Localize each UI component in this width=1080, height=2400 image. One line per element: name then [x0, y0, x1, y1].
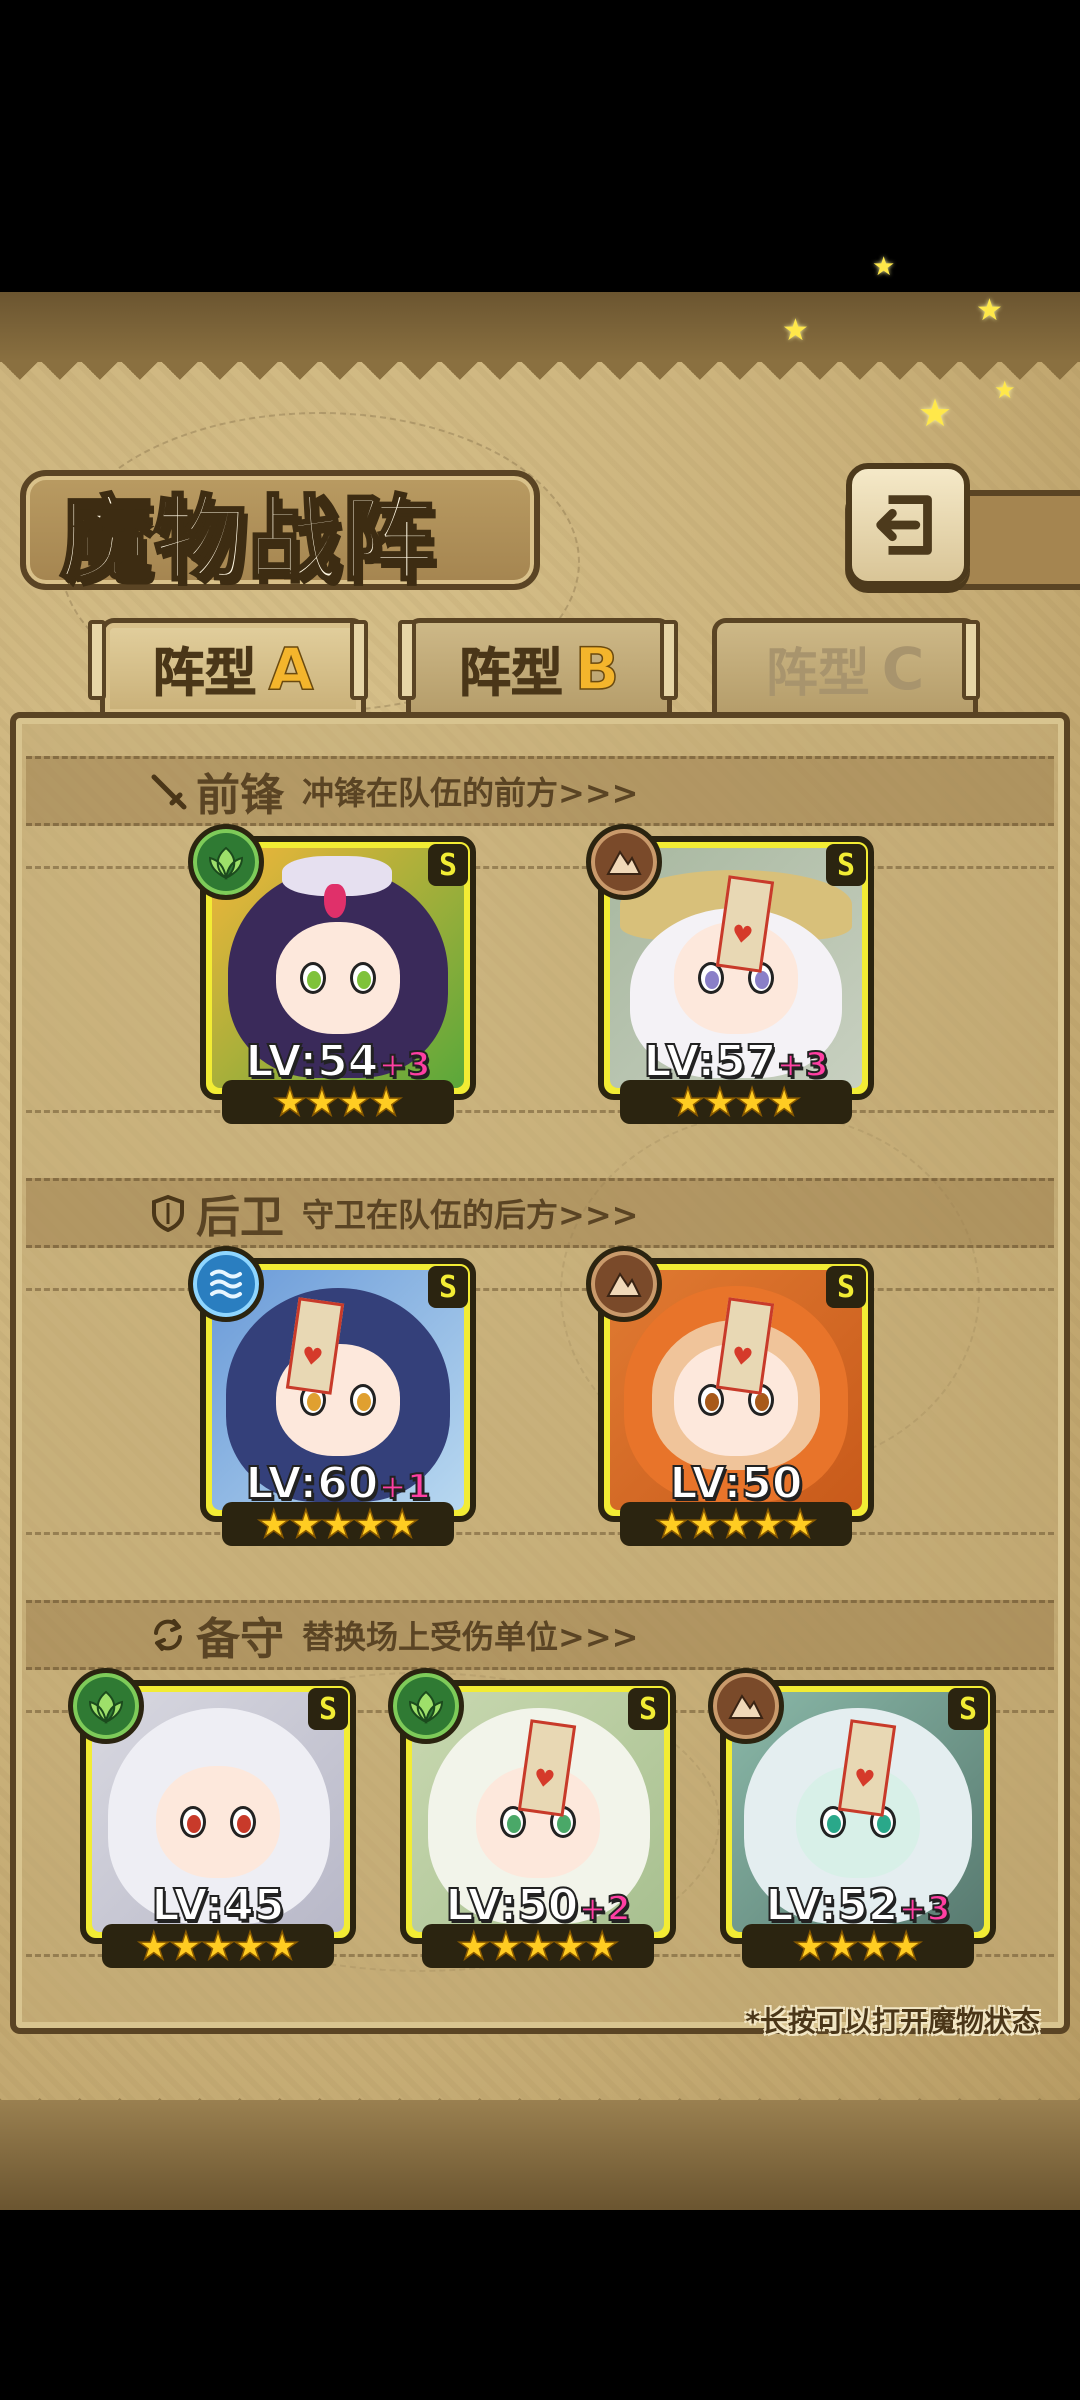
- unit-card-reserve-1[interactable]: S LV:45 ★ ★ ★ ★ ★: [68, 1668, 356, 1968]
- rock-element-icon: [708, 1668, 784, 1744]
- tab-peg: [660, 620, 678, 700]
- rock-element-icon: [586, 824, 662, 900]
- shield-icon: [146, 1191, 190, 1235]
- star-rating: ★ ★ ★ ★ ★: [620, 1502, 852, 1546]
- section-header-reserve: 备守 替换场上受伤单位>>>: [26, 1600, 1054, 1670]
- tab-formation-c[interactable]: 阵型 C: [712, 618, 978, 714]
- unit-card-back-2[interactable]: S LV:50 ★★★★★: [586, 1246, 874, 1546]
- tab-peg: [398, 620, 416, 700]
- rank-badge: S: [948, 1688, 988, 1730]
- row-divider: [26, 866, 1054, 869]
- tab-peg: [962, 620, 980, 700]
- grass-element-icon: [388, 1668, 464, 1744]
- sparkle-icon: ★: [782, 313, 809, 348]
- rock-element-icon: [586, 1246, 662, 1322]
- tab-peg: [350, 620, 368, 700]
- back-button[interactable]: [846, 463, 970, 587]
- sparkle-icon: ★: [976, 293, 1003, 328]
- rank-badge: S: [308, 1688, 348, 1730]
- rank-badge: S: [428, 1266, 468, 1308]
- star-rating: ★ ★ ★ ★: [222, 1080, 454, 1124]
- tab-formation-a[interactable]: 阵型 A: [100, 618, 366, 714]
- star-rating: ★ ★ ★ ★: [742, 1924, 974, 1968]
- water-element-icon: [188, 1246, 264, 1322]
- unit-card-front-2[interactable]: S LV:57+3 ★★★★: [586, 824, 874, 1124]
- swap-icon: [146, 1613, 190, 1657]
- star-rating: ★ ★ ★ ★: [620, 1080, 852, 1124]
- row-divider: [26, 1110, 1054, 1113]
- grass-element-icon: [188, 824, 264, 900]
- rank-badge: S: [826, 844, 866, 886]
- section-header-front: 前锋 冲锋在队伍的前方>>>: [26, 756, 1054, 826]
- row-divider: [26, 1288, 1054, 1291]
- unit-card-reserve-2[interactable]: S LV:50+2 ★★★★★: [388, 1668, 676, 1968]
- unit-card-reserve-3[interactable]: S LV:52+3 ★★★★: [708, 1668, 996, 1968]
- star-rating: ★ ★ ★ ★ ★: [222, 1502, 454, 1546]
- return-arrow-icon: [876, 495, 932, 555]
- section-header-back: 后卫 守卫在队伍的后方>>>: [26, 1178, 1054, 1248]
- grass-element-icon: [68, 1668, 144, 1744]
- tab-peg: [88, 620, 106, 700]
- bottom-border: [0, 2078, 1080, 2210]
- unit-card-back-1[interactable]: S LV:60+1 ★★★★★: [188, 1246, 476, 1546]
- star-rating: ★ ★ ★ ★ ★: [422, 1924, 654, 1968]
- sparkle-icon: ★: [872, 252, 896, 282]
- sparkle-icon: ★: [918, 391, 953, 435]
- row-divider: [26, 1532, 1054, 1535]
- star-rating: ★ ★ ★ ★ ★: [102, 1924, 334, 1968]
- top-border: [0, 292, 1080, 386]
- sword-icon: [146, 769, 190, 813]
- sparkle-icon: ★: [994, 376, 1016, 404]
- long-press-hint: *长按可以打开魔物状态: [745, 2005, 1040, 2038]
- rank-badge: S: [826, 1266, 866, 1308]
- rank-badge: S: [628, 1688, 668, 1730]
- page-title: 魔物战阵: [58, 484, 437, 595]
- tab-formation-b[interactable]: 阵型 B: [406, 618, 672, 714]
- unit-card-front-1[interactable]: S LV:54+3 ★ ★ ★ ★: [188, 824, 476, 1124]
- rank-badge: S: [428, 844, 468, 886]
